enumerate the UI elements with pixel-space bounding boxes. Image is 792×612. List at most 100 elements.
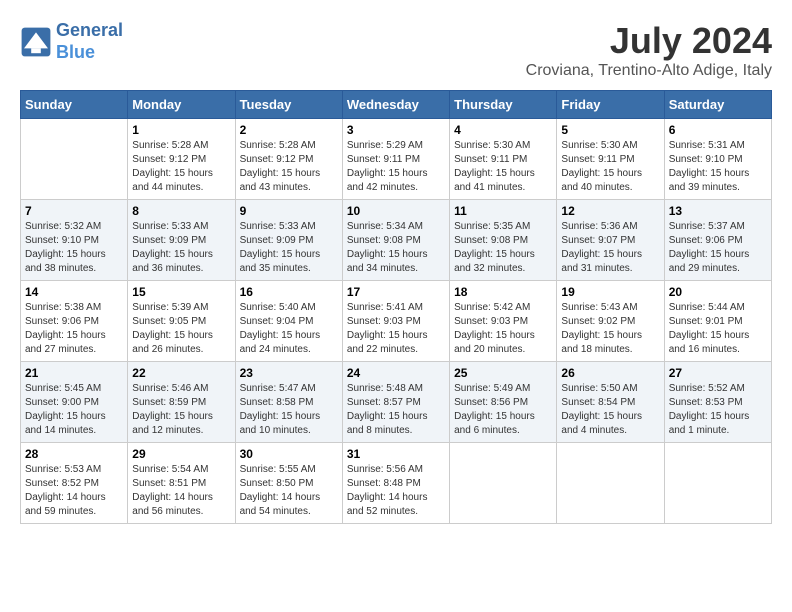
day-number: 25 xyxy=(454,366,552,380)
day-info: Sunrise: 5:41 AM Sunset: 9:03 PM Dayligh… xyxy=(347,301,445,357)
calendar-cell: 29 Sunrise: 5:54 AM Sunset: 8:51 PM Dayli… xyxy=(128,443,235,524)
week-row-5: 28 Sunrise: 5:53 AM Sunset: 8:52 PM Dayli… xyxy=(21,443,772,524)
calendar-cell: 13 Sunrise: 5:37 AM Sunset: 9:06 PM Dayli… xyxy=(664,200,771,281)
day-number: 10 xyxy=(347,204,445,218)
day-number: 27 xyxy=(669,366,767,380)
day-info: Sunrise: 5:49 AM Sunset: 8:56 PM Dayligh… xyxy=(454,382,552,438)
day-info: Sunrise: 5:52 AM Sunset: 8:53 PM Dayligh… xyxy=(669,382,767,438)
calendar-cell: 3Sunrise: 5:29 AM Sunset: 9:11 PM Daylig… xyxy=(342,119,449,200)
calendar-cell: 23 Sunrise: 5:47 AM Sunset: 8:58 PM Dayli… xyxy=(235,362,342,443)
calendar-cell: 6 Sunrise: 5:31 AM Sunset: 9:10 PM Daylig… xyxy=(664,119,771,200)
calendar-cell: 31 Sunrise: 5:56 AM Sunset: 8:48 PM Dayli… xyxy=(342,443,449,524)
day-info: Sunrise: 5:30 AM Sunset: 9:11 PM Dayligh… xyxy=(454,139,552,195)
calendar-cell: 27 Sunrise: 5:52 AM Sunset: 8:53 PM Dayli… xyxy=(664,362,771,443)
week-row-3: 14 Sunrise: 5:38 AM Sunset: 9:06 PM Dayli… xyxy=(21,281,772,362)
day-number: 1 xyxy=(132,123,230,137)
weekday-header-saturday: Saturday xyxy=(664,91,771,119)
calendar-cell: 5 Sunrise: 5:30 AM Sunset: 9:11 PM Daylig… xyxy=(557,119,664,200)
day-number: 11 xyxy=(454,204,552,218)
logo-icon xyxy=(20,26,52,58)
weekday-header-sunday: Sunday xyxy=(21,91,128,119)
day-number: 23 xyxy=(240,366,338,380)
day-number: 6 xyxy=(669,123,767,137)
day-number: 4 xyxy=(454,123,552,137)
day-number: 29 xyxy=(132,447,230,461)
day-info: Sunrise: 5:29 AM Sunset: 9:11 PM Dayligh… xyxy=(347,139,445,195)
weekday-header-wednesday: Wednesday xyxy=(342,91,449,119)
day-number: 9 xyxy=(240,204,338,218)
calendar-cell xyxy=(21,119,128,200)
calendar-cell: 28 Sunrise: 5:53 AM Sunset: 8:52 PM Dayli… xyxy=(21,443,128,524)
calendar-cell: 26 Sunrise: 5:50 AM Sunset: 8:54 PM Dayli… xyxy=(557,362,664,443)
location-title: Croviana, Trentino-Alto Adige, Italy xyxy=(526,62,772,80)
day-number: 26 xyxy=(561,366,659,380)
weekday-header-thursday: Thursday xyxy=(450,91,557,119)
calendar-table: SundayMondayTuesdayWednesdayThursdayFrid… xyxy=(20,90,772,524)
day-info: Sunrise: 5:33 AM Sunset: 9:09 PM Dayligh… xyxy=(240,220,338,276)
day-info: Sunrise: 5:50 AM Sunset: 8:54 PM Dayligh… xyxy=(561,382,659,438)
calendar-cell: 25 Sunrise: 5:49 AM Sunset: 8:56 PM Dayli… xyxy=(450,362,557,443)
day-info: Sunrise: 5:40 AM Sunset: 9:04 PM Dayligh… xyxy=(240,301,338,357)
day-info: Sunrise: 5:28 AM Sunset: 9:12 PM Dayligh… xyxy=(132,139,230,195)
day-info: Sunrise: 5:38 AM Sunset: 9:06 PM Dayligh… xyxy=(25,301,123,357)
day-number: 28 xyxy=(25,447,123,461)
day-info: Sunrise: 5:47 AM Sunset: 8:58 PM Dayligh… xyxy=(240,382,338,438)
month-title: July 2024 xyxy=(526,20,772,62)
day-number: 5 xyxy=(561,123,659,137)
title-section: July 2024 Croviana, Trentino-Alto Adige,… xyxy=(526,20,772,80)
day-info: Sunrise: 5:54 AM Sunset: 8:51 PM Dayligh… xyxy=(132,463,230,519)
day-info: Sunrise: 5:31 AM Sunset: 9:10 PM Dayligh… xyxy=(669,139,767,195)
day-info: Sunrise: 5:30 AM Sunset: 9:11 PM Dayligh… xyxy=(561,139,659,195)
day-info: Sunrise: 5:56 AM Sunset: 8:48 PM Dayligh… xyxy=(347,463,445,519)
day-info: Sunrise: 5:43 AM Sunset: 9:02 PM Dayligh… xyxy=(561,301,659,357)
calendar-cell: 11Sunrise: 5:35 AM Sunset: 9:08 PM Dayli… xyxy=(450,200,557,281)
day-info: Sunrise: 5:36 AM Sunset: 9:07 PM Dayligh… xyxy=(561,220,659,276)
calendar-cell: 21Sunrise: 5:45 AM Sunset: 9:00 PM Dayli… xyxy=(21,362,128,443)
week-row-4: 21Sunrise: 5:45 AM Sunset: 9:00 PM Dayli… xyxy=(21,362,772,443)
day-number: 13 xyxy=(669,204,767,218)
day-number: 8 xyxy=(132,204,230,218)
day-number: 31 xyxy=(347,447,445,461)
calendar-cell: 9 Sunrise: 5:33 AM Sunset: 9:09 PM Daylig… xyxy=(235,200,342,281)
calendar-cell: 17 Sunrise: 5:41 AM Sunset: 9:03 PM Dayli… xyxy=(342,281,449,362)
calendar-cell: 22 Sunrise: 5:46 AM Sunset: 8:59 PM Dayli… xyxy=(128,362,235,443)
day-number: 30 xyxy=(240,447,338,461)
page-header: General Blue July 2024 Croviana, Trentin… xyxy=(20,20,772,80)
day-number: 19 xyxy=(561,285,659,299)
day-info: Sunrise: 5:46 AM Sunset: 8:59 PM Dayligh… xyxy=(132,382,230,438)
day-number: 21 xyxy=(25,366,123,380)
day-number: 24 xyxy=(347,366,445,380)
calendar-cell: 12 Sunrise: 5:36 AM Sunset: 9:07 PM Dayli… xyxy=(557,200,664,281)
calendar-cell xyxy=(450,443,557,524)
day-info: Sunrise: 5:37 AM Sunset: 9:06 PM Dayligh… xyxy=(669,220,767,276)
day-info: Sunrise: 5:42 AM Sunset: 9:03 PM Dayligh… xyxy=(454,301,552,357)
day-info: Sunrise: 5:53 AM Sunset: 8:52 PM Dayligh… xyxy=(25,463,123,519)
calendar-cell: 10Sunrise: 5:34 AM Sunset: 9:08 PM Dayli… xyxy=(342,200,449,281)
weekday-header-monday: Monday xyxy=(128,91,235,119)
calendar-cell: 16 Sunrise: 5:40 AM Sunset: 9:04 PM Dayli… xyxy=(235,281,342,362)
day-number: 17 xyxy=(347,285,445,299)
logo-text: General Blue xyxy=(56,20,123,63)
calendar-cell: 18 Sunrise: 5:42 AM Sunset: 9:03 PM Dayli… xyxy=(450,281,557,362)
weekday-header-tuesday: Tuesday xyxy=(235,91,342,119)
calendar-cell: 30 Sunrise: 5:55 AM Sunset: 8:50 PM Dayli… xyxy=(235,443,342,524)
day-info: Sunrise: 5:32 AM Sunset: 9:10 PM Dayligh… xyxy=(25,220,123,276)
calendar-cell xyxy=(557,443,664,524)
weekday-header-friday: Friday xyxy=(557,91,664,119)
day-number: 14 xyxy=(25,285,123,299)
day-number: 22 xyxy=(132,366,230,380)
day-number: 18 xyxy=(454,285,552,299)
day-number: 7 xyxy=(25,204,123,218)
calendar-cell: 1 Sunrise: 5:28 AM Sunset: 9:12 PM Daylig… xyxy=(128,119,235,200)
day-number: 12 xyxy=(561,204,659,218)
calendar-cell: 4 Sunrise: 5:30 AM Sunset: 9:11 PM Daylig… xyxy=(450,119,557,200)
calendar-cell: 15Sunrise: 5:39 AM Sunset: 9:05 PM Dayli… xyxy=(128,281,235,362)
week-row-2: 7 Sunrise: 5:32 AM Sunset: 9:10 PM Daylig… xyxy=(21,200,772,281)
logo: General Blue xyxy=(20,20,123,63)
day-number: 16 xyxy=(240,285,338,299)
day-number: 2 xyxy=(240,123,338,137)
day-info: Sunrise: 5:33 AM Sunset: 9:09 PM Dayligh… xyxy=(132,220,230,276)
day-info: Sunrise: 5:28 AM Sunset: 9:12 PM Dayligh… xyxy=(240,139,338,195)
calendar-cell: 7 Sunrise: 5:32 AM Sunset: 9:10 PM Daylig… xyxy=(21,200,128,281)
day-info: Sunrise: 5:55 AM Sunset: 8:50 PM Dayligh… xyxy=(240,463,338,519)
